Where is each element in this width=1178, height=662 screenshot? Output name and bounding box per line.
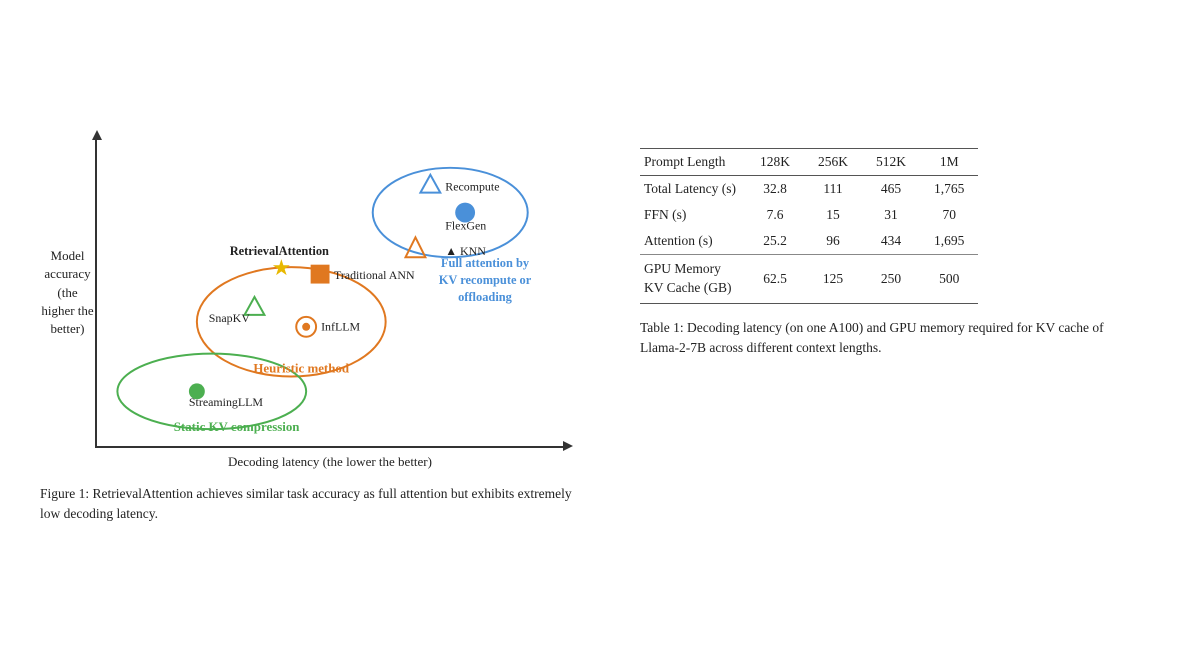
svg-text:Traditional ANN: Traditional ANN — [334, 268, 415, 282]
cell: 1,765 — [920, 175, 978, 202]
left-panel: Model accuracy (the higher the better) ★… — [40, 138, 600, 525]
col-header-256k: 256K — [804, 148, 862, 175]
main-container: Model accuracy (the higher the better) ★… — [0, 118, 1178, 545]
figure-caption: Figure 1: RetrievalAttention achieves si… — [40, 484, 580, 525]
cell: 500 — [920, 254, 978, 303]
cell: 96 — [804, 228, 862, 255]
chart-svg: ★ RetrievalAttention ▲ KNN Traditional A… — [97, 138, 565, 446]
row-label: FFN (s) — [640, 202, 746, 228]
svg-text:offloading: offloading — [458, 290, 513, 304]
svg-text:KV recompute or: KV recompute or — [439, 273, 532, 287]
table-caption: Table 1: Decoding latency (on one A100) … — [640, 318, 1130, 359]
table-header-row: Prompt Length 128K 256K 512K 1M — [640, 148, 978, 175]
svg-text:InfLLM: InfLLM — [321, 319, 360, 333]
cell: 62.5 — [746, 254, 804, 303]
table-row: Attention (s) 25.2 96 434 1,695 — [640, 228, 978, 255]
svg-text:Heuristic method: Heuristic method — [253, 360, 350, 375]
table-row: GPU MemoryKV Cache (GB) 62.5 125 250 500 — [640, 254, 978, 303]
chart-wrapper: Model accuracy (the higher the better) ★… — [40, 138, 600, 448]
cell: 70 — [920, 202, 978, 228]
chart-area: ★ RetrievalAttention ▲ KNN Traditional A… — [95, 138, 565, 448]
cell: 434 — [862, 228, 920, 255]
cell: 465 — [862, 175, 920, 202]
svg-text:Static KV compression: Static KV compression — [174, 419, 300, 434]
cell: 1,695 — [920, 228, 978, 255]
table-row: FFN (s) 7.6 15 31 70 — [640, 202, 978, 228]
cell: 31 — [862, 202, 920, 228]
svg-text:FlexGen: FlexGen — [445, 218, 486, 232]
cell: 25.2 — [746, 228, 804, 255]
cell: 125 — [804, 254, 862, 303]
col-header-512k: 512K — [862, 148, 920, 175]
svg-text:Recompute: Recompute — [445, 179, 499, 193]
col-header-1m: 1M — [920, 148, 978, 175]
table-row: Total Latency (s) 32.8 111 465 1,765 — [640, 175, 978, 202]
row-label: Total Latency (s) — [640, 175, 746, 202]
svg-text:RetrievalAttention: RetrievalAttention — [230, 244, 329, 258]
svg-text:Full attention by: Full attention by — [441, 256, 530, 270]
row-label: Attention (s) — [640, 228, 746, 255]
svg-text:SnapKV: SnapKV — [209, 311, 250, 325]
right-panel: Prompt Length 128K 256K 512K 1M Total La… — [640, 138, 1138, 358]
y-axis-text: Model accuracy (the higher the better) — [40, 247, 95, 338]
y-axis-label: Model accuracy (the higher the better) — [40, 138, 95, 448]
cell: 111 — [804, 175, 862, 202]
cell: 7.6 — [746, 202, 804, 228]
row-label: GPU MemoryKV Cache (GB) — [640, 254, 746, 303]
data-table: Prompt Length 128K 256K 512K 1M Total La… — [640, 148, 978, 304]
svg-text:★: ★ — [272, 256, 292, 280]
col-header-prompt: Prompt Length — [640, 148, 746, 175]
x-axis-label: Decoding latency (the lower the better) — [95, 454, 565, 470]
col-header-128k: 128K — [746, 148, 804, 175]
cell: 250 — [862, 254, 920, 303]
cell: 32.8 — [746, 175, 804, 202]
cell: 15 — [804, 202, 862, 228]
